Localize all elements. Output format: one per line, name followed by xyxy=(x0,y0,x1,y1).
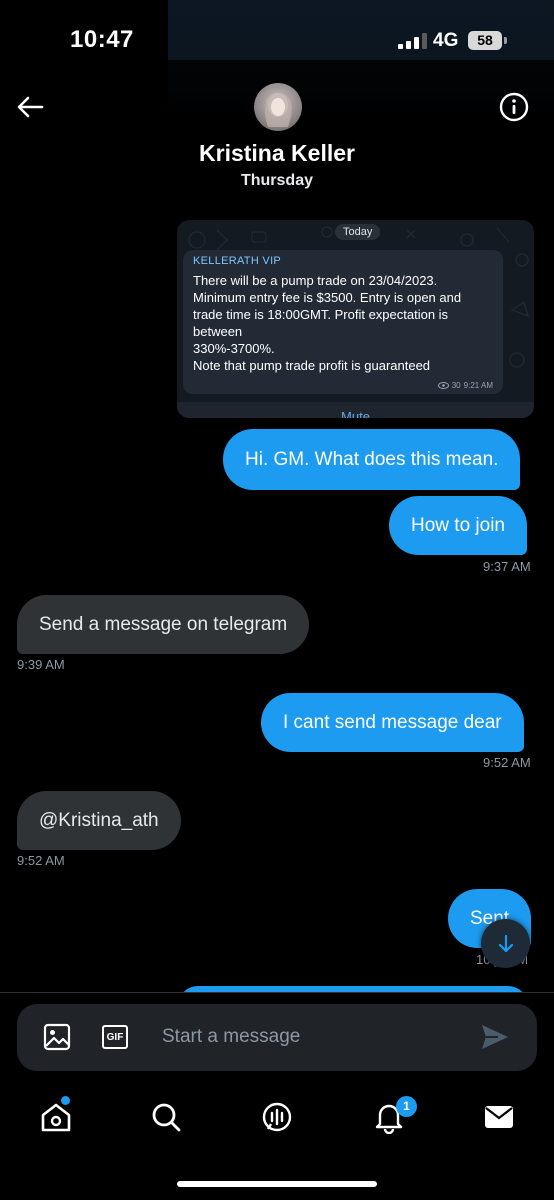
signal-icon xyxy=(398,33,427,49)
message-text: I cant send message dear xyxy=(283,711,502,733)
battery-level: 58 xyxy=(468,31,502,50)
message-bubble-incoming[interactable]: Send a message on telegram xyxy=(17,595,310,654)
home-icon[interactable] xyxy=(39,1100,73,1134)
telegram-message-meta: 30 9:21 AM xyxy=(437,381,493,390)
scroll-to-bottom-button[interactable] xyxy=(481,919,530,968)
message-text: Hi. GM. What does this mean. xyxy=(245,448,499,470)
telegram-message-line: trade time is 18:00GMT. Profit expectati… xyxy=(193,307,449,322)
notifications-badge: 1 xyxy=(396,1096,417,1117)
telegram-time: 9:21 AM xyxy=(463,381,493,390)
messages-icon[interactable] xyxy=(482,1100,516,1134)
telegram-message-bubble: KELLERATH VIP There will be a pump trade… xyxy=(183,250,503,394)
gif-icon[interactable]: GIF xyxy=(100,1022,130,1052)
message-bubble-outgoing[interactable]: I cant send message dear xyxy=(261,693,524,752)
message-input[interactable] xyxy=(162,1022,452,1052)
message-timestamp: 9:52 AM xyxy=(17,853,65,868)
home-notification-dot xyxy=(61,1096,70,1105)
battery-icon: 58 xyxy=(468,31,508,50)
home-indicator xyxy=(177,1181,377,1187)
contact-name[interactable]: Kristina Keller xyxy=(0,140,554,167)
telegram-message-line: There will be a pump trade on 23/04/2023… xyxy=(193,273,438,288)
arrow-down-icon xyxy=(498,934,513,952)
back-button[interactable] xyxy=(14,91,46,123)
message-text: Send a message on telegram xyxy=(39,613,288,635)
search-icon[interactable] xyxy=(149,1100,183,1134)
shared-image-telegram-screenshot[interactable]: Today KELLERATH VIP There will be a pump… xyxy=(177,220,534,418)
telegram-day-label: Today xyxy=(335,224,381,240)
message-timestamp: 9:37 AM xyxy=(483,559,531,574)
avatar[interactable] xyxy=(254,83,302,131)
telegram-message-line: Minimum entry fee is $3500. Entry is ope… xyxy=(193,290,462,305)
info-icon[interactable] xyxy=(497,90,531,124)
spaces-icon[interactable] xyxy=(260,1100,294,1134)
message-bubble-incoming[interactable]: @Kristina_ath xyxy=(17,791,181,850)
status-time: 10:47 xyxy=(70,26,134,53)
network-type: 4G xyxy=(433,30,459,51)
telegram-message-text: There will be a pump trade on 23/04/2023… xyxy=(193,272,498,374)
telegram-message-line: Note that pump trade profit is guarantee… xyxy=(193,358,431,373)
telegram-message-line: between xyxy=(193,324,243,339)
message-bubble-outgoing[interactable]: Hi. GM. What does this mean. xyxy=(223,429,521,490)
telegram-message-line: 330%-3700%. xyxy=(193,341,275,356)
message-timestamp: 9:52 AM xyxy=(483,755,531,770)
gif-label: GIF xyxy=(102,1025,128,1049)
telegram-views: 30 xyxy=(451,381,461,390)
message-bubble-outgoing[interactable]: How to join xyxy=(389,496,527,555)
message-text: @Kristina_ath xyxy=(39,809,159,831)
eye-icon xyxy=(437,382,449,389)
image-icon[interactable] xyxy=(42,1022,72,1052)
avatar-photo xyxy=(264,93,292,127)
date-divider: Thursday xyxy=(240,172,313,189)
back-arrow-icon xyxy=(17,96,44,118)
message-text: How to join xyxy=(411,514,505,536)
send-icon[interactable] xyxy=(478,1022,510,1052)
telegram-mute-label: Mute xyxy=(177,402,534,418)
telegram-sender-name: KELLERATH VIP xyxy=(193,255,282,267)
message-timestamp: 9:39 AM xyxy=(17,657,65,672)
